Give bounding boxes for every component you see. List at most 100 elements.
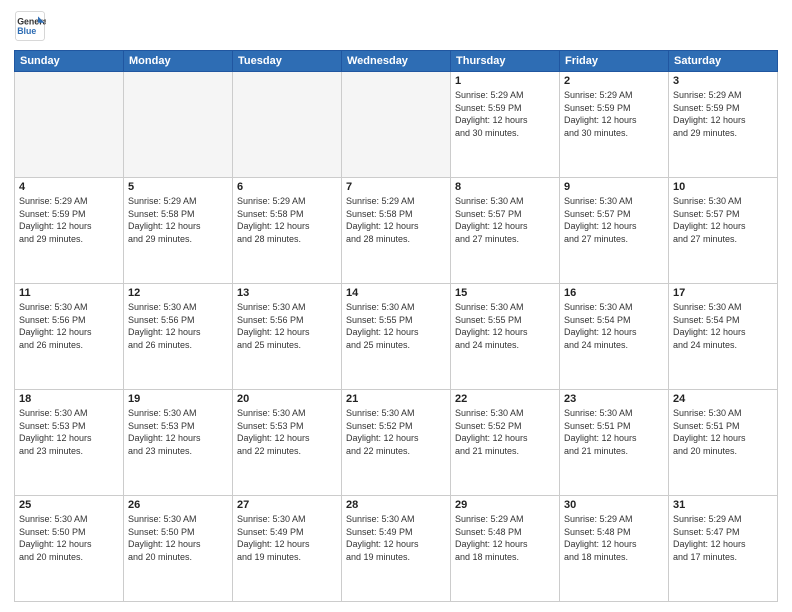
- day-info: Sunrise: 5:30 AMSunset: 5:49 PMDaylight:…: [346, 513, 446, 563]
- weekday-header-sunday: Sunday: [15, 51, 124, 72]
- day-number: 20: [237, 393, 337, 405]
- calendar-cell: 13Sunrise: 5:30 AMSunset: 5:56 PMDayligh…: [233, 284, 342, 390]
- day-info: Sunrise: 5:30 AMSunset: 5:54 PMDaylight:…: [673, 301, 773, 351]
- day-number: 15: [455, 287, 555, 299]
- day-number: 1: [455, 75, 555, 87]
- calendar-cell: 3 Sunrise: 5:29 AMSunset: 5:59 PMDaylight…: [669, 72, 778, 178]
- week-row-4: 18Sunrise: 5:30 AMSunset: 5:53 PMDayligh…: [15, 390, 778, 496]
- calendar-cell: 6 Sunrise: 5:29 AMSunset: 5:58 PMDaylight…: [233, 178, 342, 284]
- day-number: 26: [128, 499, 228, 511]
- day-info: Sunrise: 5:30 AMSunset: 5:57 PMDaylight:…: [673, 195, 773, 245]
- weekday-header-row: SundayMondayTuesdayWednesdayThursdayFrid…: [15, 51, 778, 72]
- calendar-cell: 2Sunrise: 5:29 AMSunset: 5:59 PMDaylight…: [560, 72, 669, 178]
- day-number: 28: [346, 499, 446, 511]
- day-info: Sunrise: 5:30 AMSunset: 5:49 PMDaylight:…: [237, 513, 337, 563]
- day-info: Sunrise: 5:30 AMSunset: 5:53 PMDaylight:…: [19, 407, 119, 457]
- calendar-cell: 15 Sunrise: 5:30 AMSunset: 5:55 PMDayligh…: [451, 284, 560, 390]
- calendar-cell: 12Sunrise: 5:30 AMSunset: 5:56 PMDayligh…: [124, 284, 233, 390]
- calendar-cell: 4Sunrise: 5:29 AMSunset: 5:59 PMDaylight…: [15, 178, 124, 284]
- calendar-cell: 10Sunrise: 5:30 AMSunset: 5:57 PMDayligh…: [669, 178, 778, 284]
- day-number: 17: [673, 287, 773, 299]
- day-number: 31: [673, 499, 773, 511]
- page: General Blue SundayMondayTuesdayWednesda…: [0, 0, 792, 612]
- calendar-cell: 17 Sunrise: 5:30 AMSunset: 5:54 PMDayligh…: [669, 284, 778, 390]
- calendar-cell: 30 Sunrise: 5:29 AMSunset: 5:48 PMDayligh…: [560, 496, 669, 602]
- calendar-cell: [124, 72, 233, 178]
- calendar-cell: 5Sunrise: 5:29 AMSunset: 5:58 PMDaylight…: [124, 178, 233, 284]
- calendar-cell: 14Sunrise: 5:30 AMSunset: 5:55 PMDayligh…: [342, 284, 451, 390]
- day-info: Sunrise: 5:30 AMSunset: 5:50 PMDaylight:…: [19, 513, 119, 563]
- day-info: Sunrise: 5:30 AMSunset: 5:54 PMDaylight:…: [564, 301, 664, 351]
- week-row-5: 25 Sunrise: 5:30 AMSunset: 5:50 PMDayligh…: [15, 496, 778, 602]
- day-info: Sunrise: 5:29 AMSunset: 5:59 PMDaylight:…: [19, 195, 119, 245]
- day-info: Sunrise: 5:30 AMSunset: 5:53 PMDaylight:…: [237, 407, 337, 457]
- logo: General Blue: [14, 10, 46, 42]
- day-number: 19: [128, 393, 228, 405]
- calendar-cell: 16 Sunrise: 5:30 AMSunset: 5:54 PMDayligh…: [560, 284, 669, 390]
- weekday-header-monday: Monday: [124, 51, 233, 72]
- day-number: 23: [564, 393, 664, 405]
- calendar-cell: [15, 72, 124, 178]
- calendar-cell: 7 Sunrise: 5:29 AMSunset: 5:58 PMDaylight…: [342, 178, 451, 284]
- day-info: Sunrise: 5:30 AMSunset: 5:52 PMDaylight:…: [346, 407, 446, 457]
- day-number: 16: [564, 287, 664, 299]
- day-number: 27: [237, 499, 337, 511]
- calendar-cell: 25 Sunrise: 5:30 AMSunset: 5:50 PMDayligh…: [15, 496, 124, 602]
- weekday-header-wednesday: Wednesday: [342, 51, 451, 72]
- calendar-cell: 1 Sunrise: 5:29 AMSunset: 5:59 PMDaylight…: [451, 72, 560, 178]
- day-number: 6: [237, 181, 337, 193]
- weekday-header-saturday: Saturday: [669, 51, 778, 72]
- calendar-cell: 22 Sunrise: 5:30 AMSunset: 5:52 PMDayligh…: [451, 390, 560, 496]
- day-info: Sunrise: 5:30 AMSunset: 5:51 PMDaylight:…: [673, 407, 773, 457]
- day-number: 9: [564, 181, 664, 193]
- day-info: Sunrise: 5:30 AMSunset: 5:55 PMDaylight:…: [346, 301, 446, 351]
- day-info: Sunrise: 5:29 AMSunset: 5:59 PMDaylight:…: [673, 89, 773, 139]
- day-number: 7: [346, 181, 446, 193]
- day-info: Sunrise: 5:29 AMSunset: 5:58 PMDaylight:…: [346, 195, 446, 245]
- calendar-cell: 21 Sunrise: 5:30 AMSunset: 5:52 PMDayligh…: [342, 390, 451, 496]
- day-number: 25: [19, 499, 119, 511]
- svg-text:Blue: Blue: [17, 26, 36, 36]
- logo-icon: General Blue: [14, 10, 46, 42]
- day-info: Sunrise: 5:30 AMSunset: 5:57 PMDaylight:…: [455, 195, 555, 245]
- calendar-cell: 11 Sunrise: 5:30 AMSunset: 5:56 PMDayligh…: [15, 284, 124, 390]
- day-info: Sunrise: 5:30 AMSunset: 5:51 PMDaylight:…: [564, 407, 664, 457]
- day-info: Sunrise: 5:29 AMSunset: 5:59 PMDaylight:…: [455, 89, 555, 139]
- day-info: Sunrise: 5:30 AMSunset: 5:56 PMDaylight:…: [19, 301, 119, 351]
- calendar-cell: 28 Sunrise: 5:30 AMSunset: 5:49 PMDayligh…: [342, 496, 451, 602]
- day-number: 30: [564, 499, 664, 511]
- weekday-header-friday: Friday: [560, 51, 669, 72]
- calendar-cell: 27 Sunrise: 5:30 AMSunset: 5:49 PMDayligh…: [233, 496, 342, 602]
- day-number: 11: [19, 287, 119, 299]
- day-number: 29: [455, 499, 555, 511]
- day-number: 12: [128, 287, 228, 299]
- day-number: 21: [346, 393, 446, 405]
- calendar-cell: 19Sunrise: 5:30 AMSunset: 5:53 PMDayligh…: [124, 390, 233, 496]
- day-number: 24: [673, 393, 773, 405]
- day-number: 2: [564, 75, 664, 87]
- weekday-header-tuesday: Tuesday: [233, 51, 342, 72]
- day-info: Sunrise: 5:30 AMSunset: 5:55 PMDaylight:…: [455, 301, 555, 351]
- day-number: 8: [455, 181, 555, 193]
- day-info: Sunrise: 5:29 AMSunset: 5:58 PMDaylight:…: [237, 195, 337, 245]
- calendar-cell: 24 Sunrise: 5:30 AMSunset: 5:51 PMDayligh…: [669, 390, 778, 496]
- calendar-cell: 23 Sunrise: 5:30 AMSunset: 5:51 PMDayligh…: [560, 390, 669, 496]
- day-info: Sunrise: 5:30 AMSunset: 5:50 PMDaylight:…: [128, 513, 228, 563]
- day-info: Sunrise: 5:29 AMSunset: 5:48 PMDaylight:…: [564, 513, 664, 563]
- calendar-cell: 20 Sunrise: 5:30 AMSunset: 5:53 PMDayligh…: [233, 390, 342, 496]
- calendar-cell: 8 Sunrise: 5:30 AMSunset: 5:57 PMDaylight…: [451, 178, 560, 284]
- day-number: 3: [673, 75, 773, 87]
- day-number: 22: [455, 393, 555, 405]
- week-row-1: 1 Sunrise: 5:29 AMSunset: 5:59 PMDaylight…: [15, 72, 778, 178]
- day-info: Sunrise: 5:30 AMSunset: 5:52 PMDaylight:…: [455, 407, 555, 457]
- calendar-table: SundayMondayTuesdayWednesdayThursdayFrid…: [14, 50, 778, 602]
- day-info: Sunrise: 5:29 AMSunset: 5:47 PMDaylight:…: [673, 513, 773, 563]
- calendar-cell: [342, 72, 451, 178]
- week-row-3: 11 Sunrise: 5:30 AMSunset: 5:56 PMDayligh…: [15, 284, 778, 390]
- calendar-cell: 31 Sunrise: 5:29 AMSunset: 5:47 PMDayligh…: [669, 496, 778, 602]
- header: General Blue: [14, 10, 778, 42]
- calendar-cell: 18Sunrise: 5:30 AMSunset: 5:53 PMDayligh…: [15, 390, 124, 496]
- day-info: Sunrise: 5:30 AMSunset: 5:56 PMDaylight:…: [237, 301, 337, 351]
- calendar-cell: 9Sunrise: 5:30 AMSunset: 5:57 PMDaylight…: [560, 178, 669, 284]
- calendar-cell: 29Sunrise: 5:29 AMSunset: 5:48 PMDayligh…: [451, 496, 560, 602]
